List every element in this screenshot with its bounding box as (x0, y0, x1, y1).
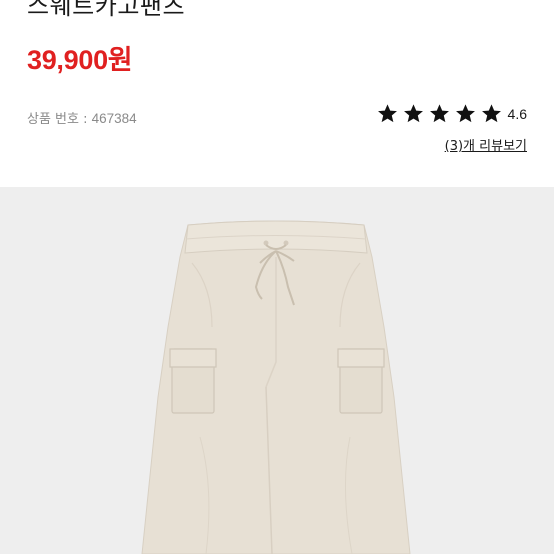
product-price: 39,900원 (27, 45, 133, 75)
star-icon (403, 104, 423, 123)
pants-image (141, 220, 411, 554)
star-icon (455, 104, 475, 123)
product-title: 스웨트카고팬츠 (27, 0, 186, 20)
rating-row: 4.6 (377, 103, 527, 124)
star-icon (429, 104, 449, 123)
product-number-value: 467384 (91, 111, 137, 126)
rating-value: 4.6 (507, 105, 527, 122)
reviews-link[interactable]: (3)개 리뷰보기 (445, 135, 527, 154)
product-number: 상품 번호 : 467384 (27, 108, 137, 127)
product-image (0, 187, 554, 554)
product-number-label: 상품 번호 : (27, 112, 92, 127)
star-icon (377, 104, 397, 123)
star-icon (481, 104, 501, 123)
